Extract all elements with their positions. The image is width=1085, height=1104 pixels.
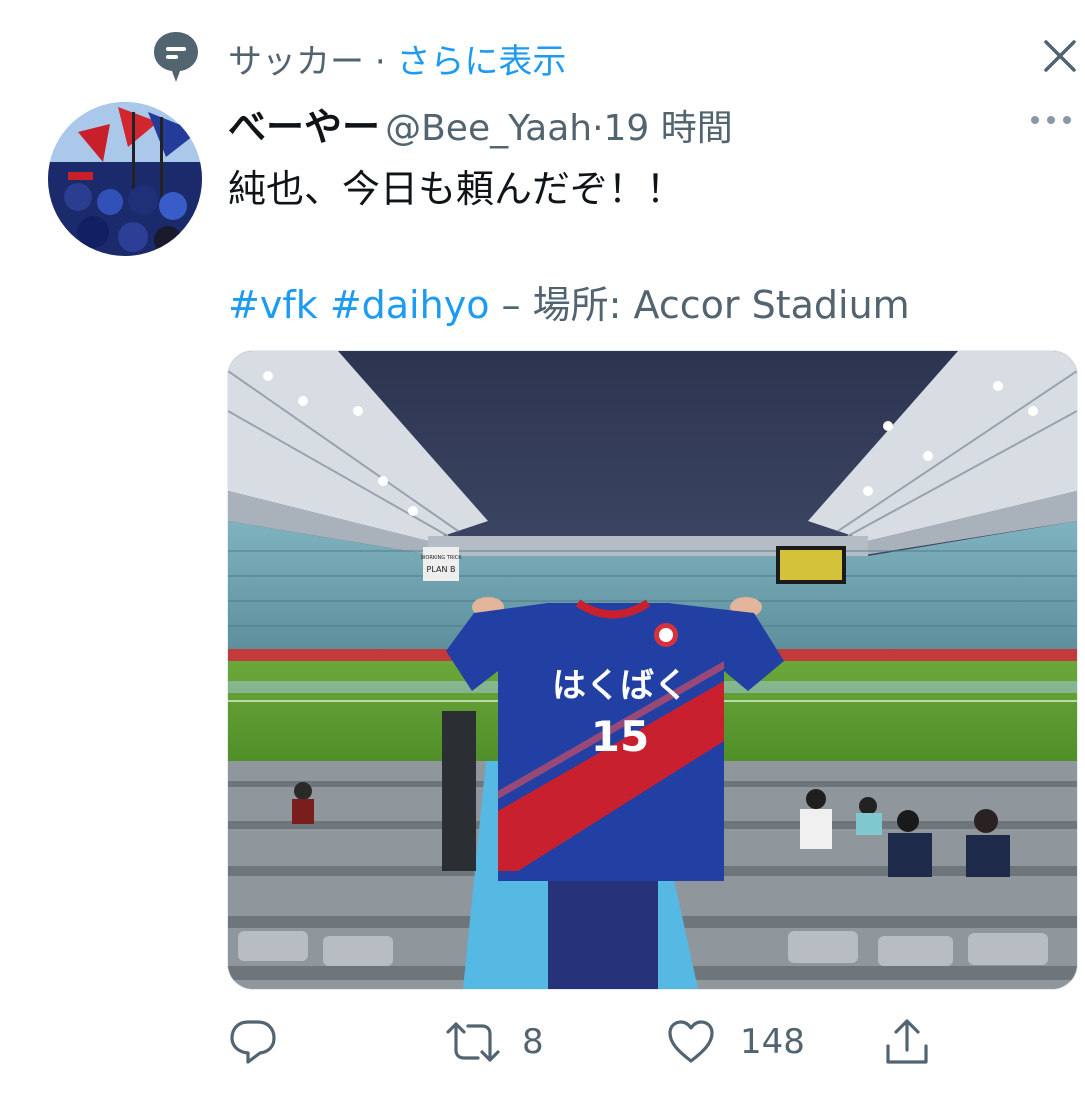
jersey-number-text: 15	[591, 712, 649, 761]
location-prefix: – 場所:	[501, 283, 634, 327]
like-button[interactable]: 148	[666, 1012, 816, 1072]
close-icon[interactable]	[1040, 36, 1080, 76]
author-name[interactable]: べーやー	[228, 105, 380, 149]
retweet-icon	[446, 1022, 500, 1062]
tweet-timestamp[interactable]: 19 時間	[604, 108, 733, 149]
sign-line-2: PLAN B	[427, 565, 456, 574]
share-button[interactable]	[882, 1012, 942, 1072]
tweet-header: べーやー @Bee_Yaah·19 時間	[228, 96, 1028, 152]
like-count: 148	[740, 1022, 805, 1062]
topic-label[interactable]: サッカー	[228, 42, 364, 82]
hashtag-link[interactable]: #daihyo	[330, 283, 490, 327]
retweet-button[interactable]: 8	[444, 1012, 564, 1072]
avatar[interactable]	[48, 102, 202, 256]
tweet-text: 純也、今日も頼んだぞ！！	[228, 167, 685, 211]
stadium-photo: WORKING TRICK PLAN B はくばく 15	[228, 351, 1077, 989]
show-more-link[interactable]: さらに表示	[396, 42, 566, 82]
reply-icon	[230, 1020, 276, 1064]
topic-bubble-icon	[154, 32, 198, 82]
tweet-actions: 8 148	[228, 1012, 988, 1072]
more-options-icon[interactable]	[1028, 108, 1074, 132]
hashtags-location-line: #vfk #daihyo – 場所: Accor Stadium	[228, 274, 910, 329]
hashtag-link[interactable]: #vfk	[228, 283, 318, 327]
author-handle[interactable]: @Bee_Yaah	[385, 108, 592, 149]
sign-line-1: WORKING TRICK	[420, 555, 462, 561]
topic-separator: ·	[374, 42, 386, 82]
share-icon	[886, 1019, 928, 1064]
header-separator: ·	[592, 108, 604, 149]
tweet-photo[interactable]: WORKING TRICK PLAN B はくばく 15	[227, 350, 1078, 990]
topic-context: サッカー · さらに表示	[152, 30, 1052, 86]
retweet-count: 8	[522, 1022, 544, 1062]
location-name[interactable]: Accor Stadium	[634, 283, 910, 327]
jersey-name-text: はくばく	[552, 666, 688, 706]
reply-button[interactable]	[228, 1012, 288, 1072]
heart-icon	[668, 1020, 714, 1063]
